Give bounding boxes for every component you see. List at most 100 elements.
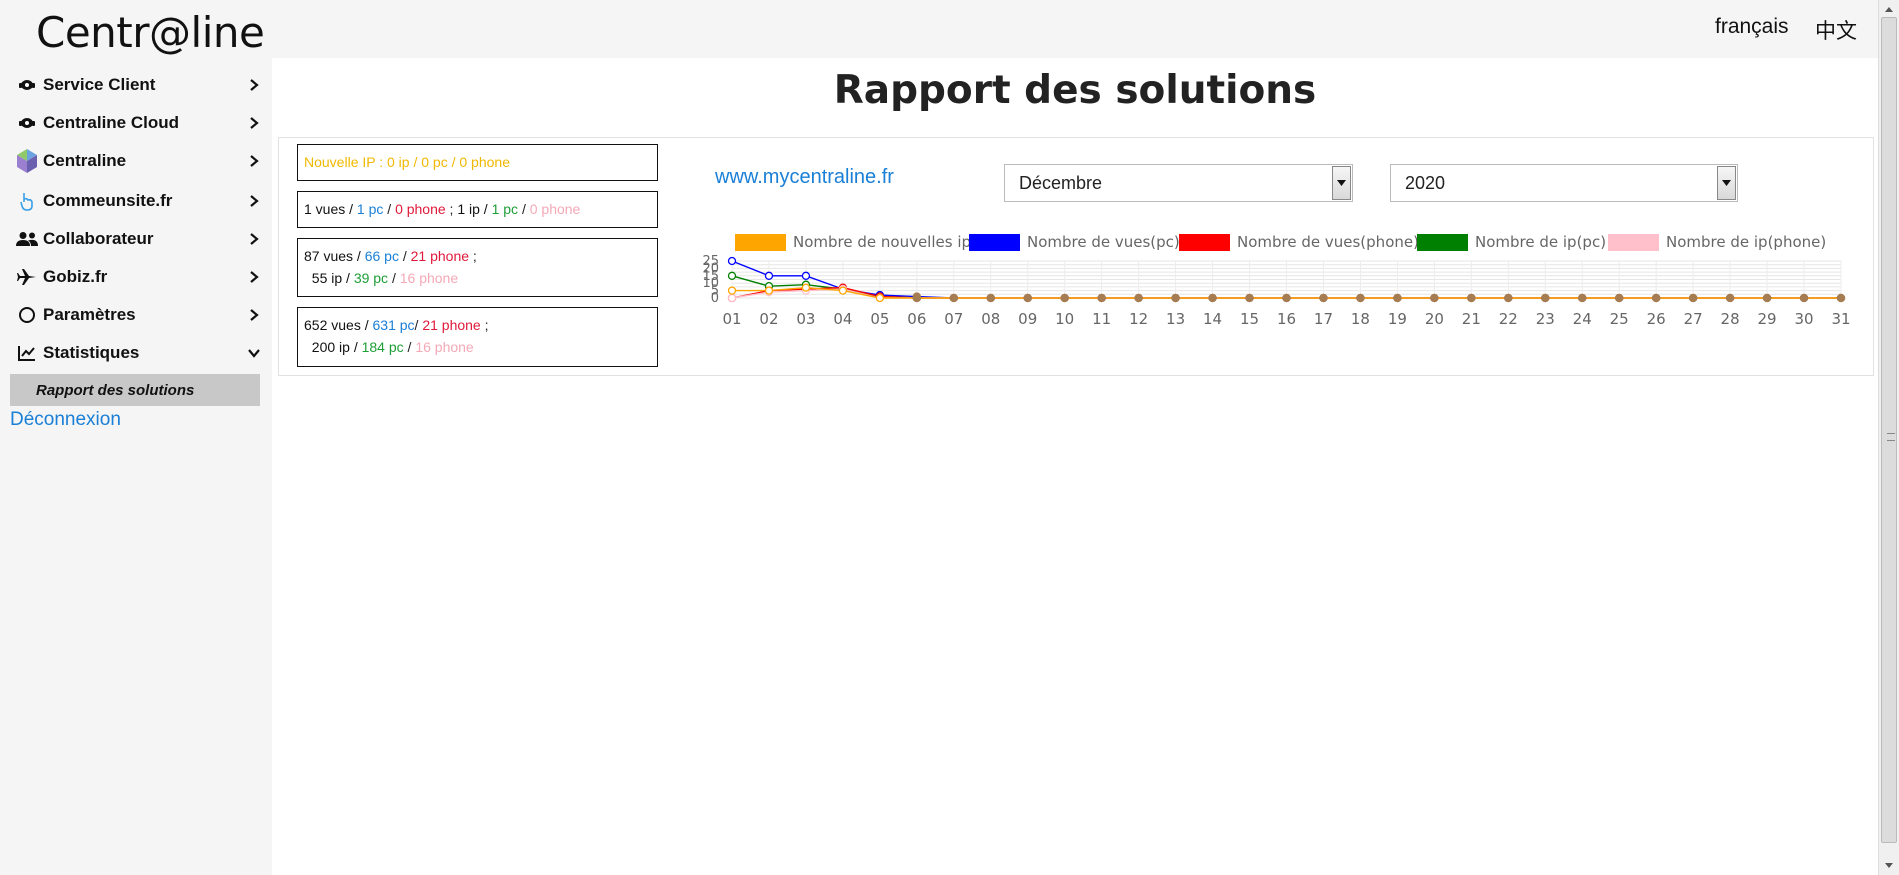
- chart-line-icon: [16, 342, 38, 364]
- sidebar-item-service-client[interactable]: Service Client: [0, 67, 272, 103]
- data-point: [1393, 293, 1402, 303]
- x-tick-label: 23: [1536, 310, 1555, 328]
- sidebar-item-label: Centraline: [43, 151, 127, 170]
- x-tick-label: 04: [833, 310, 852, 328]
- chevron-right-icon: [245, 114, 263, 132]
- data-point: [1060, 293, 1069, 303]
- x-tick-label: 19: [1388, 310, 1407, 328]
- x-tick-label: 13: [1166, 310, 1185, 328]
- sidebar-subitem-rapport-des-solutions[interactable]: Rapport des solutions: [10, 374, 260, 406]
- data-point: [1836, 293, 1846, 303]
- data-point: [801, 283, 811, 292]
- data-point: [1725, 293, 1735, 303]
- data-point: [986, 293, 995, 303]
- x-tick-label: 18: [1351, 310, 1370, 328]
- x-tick-label: 10: [1055, 310, 1074, 328]
- x-tick-label: 31: [1831, 310, 1850, 328]
- chevron-right-icon: [245, 268, 263, 286]
- data-point: [838, 286, 848, 295]
- sidebar-item-centraline[interactable]: Centraline: [0, 143, 272, 179]
- x-tick-label: 21: [1462, 310, 1481, 328]
- x-tick-label: 29: [1758, 310, 1777, 328]
- x-tick-label: 16: [1277, 310, 1296, 328]
- x-tick-label: 22: [1499, 310, 1518, 328]
- sidebar-item-parametres[interactable]: Paramètres: [0, 297, 272, 333]
- data-point: [1134, 293, 1143, 303]
- data-point: [1688, 293, 1698, 303]
- sidebar-item-label: Paramètres: [43, 305, 136, 324]
- x-tick-label: 24: [1573, 310, 1592, 328]
- data-point: [1245, 293, 1254, 303]
- language-chinese-link[interactable]: 中文: [1815, 15, 1857, 45]
- sidebar-item-label: Statistiques: [43, 343, 140, 362]
- data-point: [1356, 293, 1365, 303]
- data-point: [1171, 293, 1180, 303]
- x-tick-label: 25: [1610, 310, 1629, 328]
- sidebar-subitem-label: Rapport des solutions: [36, 381, 195, 399]
- x-tick-label: 03: [796, 310, 815, 328]
- sidebar-item-gobiz[interactable]: Gobiz.fr: [0, 259, 272, 295]
- sidebar-item-label: Collaborateur: [43, 229, 154, 248]
- support-icon: [16, 74, 38, 96]
- data-point: [727, 286, 737, 295]
- x-tick-label: 14: [1203, 310, 1222, 328]
- data-point: [949, 293, 958, 303]
- sidebar-item-centraline-cloud[interactable]: Centraline Cloud: [0, 105, 272, 141]
- x-tick-label: 20: [1425, 310, 1444, 328]
- data-point: [1799, 293, 1809, 303]
- data-point: [1615, 293, 1624, 303]
- chevron-right-icon: [245, 152, 263, 170]
- chevron-right-icon: [245, 230, 263, 248]
- sidebar-item-commeunsite[interactable]: Commeunsite.fr: [0, 183, 272, 219]
- scroll-down-arrow-icon[interactable]: [1883, 859, 1895, 871]
- data-point: [1652, 293, 1661, 303]
- sidebar-item-label: Commeunsite.fr: [43, 191, 173, 210]
- data-point: [875, 293, 885, 303]
- data-point: [1430, 293, 1439, 303]
- data-point: [764, 271, 774, 280]
- report-panel: Nouvelle IP : 0 ip / 0 pc / 0 phone 1 vu…: [278, 137, 1874, 376]
- language-french-link[interactable]: français: [1715, 15, 1789, 39]
- x-tick-label: 06: [907, 310, 926, 328]
- sidebar-item-label: Service Client: [43, 75, 156, 94]
- scrollbar-thumb[interactable]: [1881, 17, 1897, 843]
- page-title: Rapport des solutions: [833, 68, 1317, 113]
- x-tick-label: 08: [981, 310, 1000, 328]
- sidebar-item-label: Centraline Cloud: [43, 113, 180, 132]
- users-icon: [16, 228, 38, 250]
- logout-link[interactable]: Déconnexion: [10, 409, 121, 431]
- scroll-up-arrow-icon[interactable]: [1883, 4, 1895, 16]
- y-tick-label: 0: [711, 291, 719, 306]
- x-tick-label: 01: [722, 310, 741, 328]
- x-tick-label: 15: [1240, 310, 1259, 328]
- sidebar-item-collaborateur[interactable]: Collaborateur: [0, 221, 272, 257]
- data-point: [1762, 293, 1772, 303]
- chevron-right-icon: [245, 306, 263, 324]
- data-point: [1097, 293, 1106, 303]
- x-tick-label: 17: [1314, 310, 1333, 328]
- x-tick-label: 26: [1647, 310, 1666, 328]
- data-point: [801, 271, 811, 280]
- sidebar-item-label: Gobiz.fr: [43, 267, 108, 286]
- data-point: [1504, 293, 1513, 303]
- x-tick-label: 11: [1092, 310, 1111, 328]
- data-point: [727, 293, 737, 303]
- app-logo[interactable]: Centr@line: [36, 8, 265, 57]
- sidebar: Service Client Centraline Cloud Centrali…: [0, 58, 272, 875]
- chevron-right-icon: [245, 76, 263, 94]
- chevron-down-icon: [245, 344, 263, 362]
- data-point: [1319, 293, 1328, 303]
- scrollbar-grip-icon: [1887, 433, 1895, 441]
- x-tick-label: 12: [1129, 310, 1148, 328]
- line-chart: 252015105001 02 03 04 05 06 07 08 09 10 11 12 13 14 15…: [702, 254, 1850, 328]
- x-tick-label: 30: [1794, 310, 1813, 328]
- data-point: [1208, 293, 1217, 303]
- x-tick-label: 02: [759, 310, 778, 328]
- plane-icon: [16, 266, 38, 288]
- hand-icon: [16, 190, 38, 212]
- cloud-icon: [16, 112, 38, 134]
- data-point: [1578, 293, 1587, 303]
- sidebar-item-statistiques[interactable]: Statistiques: [0, 335, 272, 371]
- data-point: [764, 286, 774, 295]
- vertical-scrollbar[interactable]: [1878, 0, 1899, 875]
